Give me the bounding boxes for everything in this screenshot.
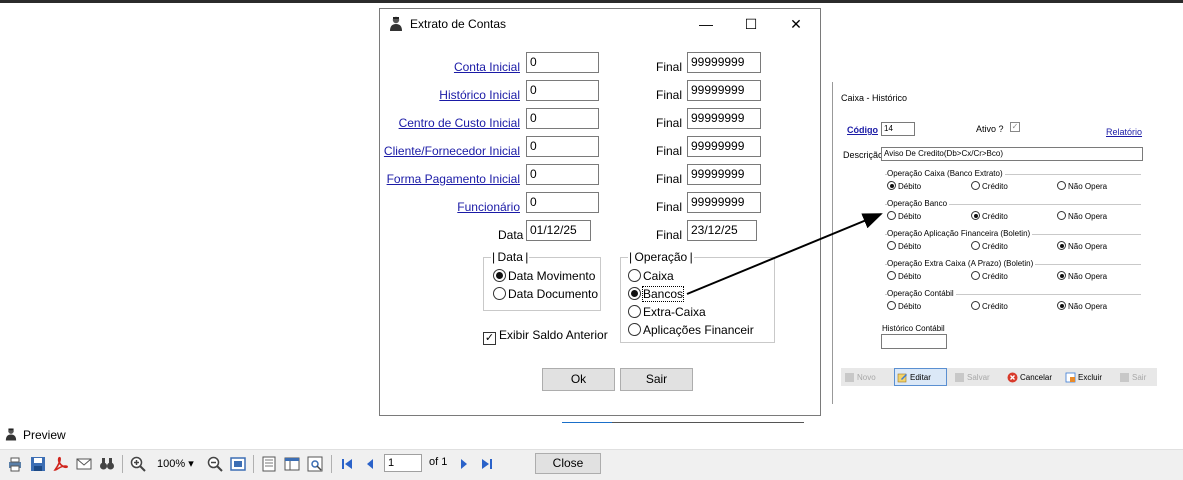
preview-titlebar: Preview bbox=[0, 424, 1183, 448]
chevron-down-icon: ▾ bbox=[188, 458, 194, 470]
toolbar-separator bbox=[122, 455, 123, 473]
user-icon bbox=[5, 428, 17, 441]
page-setup-icon[interactable] bbox=[261, 456, 277, 472]
design-icon[interactable] bbox=[307, 456, 323, 472]
binoculars-icon[interactable] bbox=[99, 456, 115, 472]
layout-icon[interactable] bbox=[284, 456, 300, 472]
email-icon[interactable] bbox=[76, 456, 92, 472]
toolbar-separator bbox=[331, 455, 332, 473]
page-count-label: of 1 bbox=[429, 456, 448, 468]
zoom-value: 100% bbox=[157, 458, 186, 470]
toolbar-separator bbox=[253, 455, 254, 473]
fit-page-icon[interactable] bbox=[230, 456, 246, 472]
previous-page-icon[interactable] bbox=[362, 456, 378, 472]
underline-divider bbox=[562, 422, 804, 423]
close-preview-button[interactable]: Close bbox=[535, 453, 601, 474]
last-page-icon[interactable] bbox=[479, 456, 495, 472]
zoom-out-icon[interactable] bbox=[207, 456, 223, 472]
first-page-icon[interactable] bbox=[339, 456, 355, 472]
annotation-arrow bbox=[686, 213, 883, 295]
pdf-icon[interactable] bbox=[53, 456, 69, 472]
preview-toolbar: 100% ▾ 1 of 1 Close bbox=[0, 449, 1183, 480]
zoom-dropdown[interactable]: 100% ▾ bbox=[157, 457, 194, 470]
save-icon[interactable] bbox=[30, 456, 46, 472]
preview-title: Preview bbox=[23, 428, 66, 442]
zoom-in-icon[interactable] bbox=[130, 456, 146, 472]
print-icon[interactable] bbox=[7, 456, 23, 472]
page-number-input[interactable]: 1 bbox=[384, 454, 422, 472]
next-page-icon[interactable] bbox=[456, 456, 472, 472]
